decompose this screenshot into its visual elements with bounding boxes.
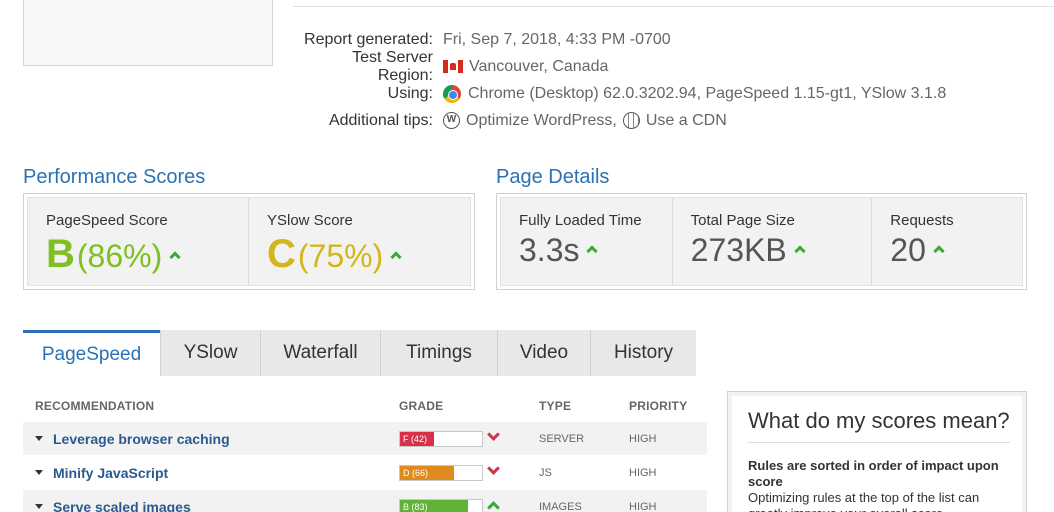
tab-waterfall[interactable]: Waterfall: [260, 330, 380, 376]
tip-use-cdn-link[interactable]: Use a CDN: [646, 112, 727, 130]
page-details-title: Page Details: [496, 166, 610, 188]
canada-flag-icon: [443, 60, 463, 73]
page-details-panel: Fully Loaded Time 3.3s Total Page Size 2…: [496, 193, 1027, 290]
yslow-grade: C: [267, 232, 296, 276]
tab-pagespeed[interactable]: PageSpeed: [23, 330, 160, 376]
tab-video[interactable]: Video: [497, 330, 590, 376]
fully-loaded-time-label: Fully Loaded Time: [519, 212, 642, 229]
tip-optimize-wordpress-link[interactable]: Optimize WordPress,: [466, 112, 617, 130]
recommendation-type: JS: [539, 466, 552, 479]
region-label: Test Server Region:: [352, 48, 433, 84]
table-row[interactable]: Minify JavaScript D (66) JS HIGH: [23, 456, 707, 489]
recommendation-name[interactable]: Serve scaled images: [53, 499, 191, 512]
region-value: Vancouver, Canada: [469, 57, 609, 75]
using-label: Using:: [387, 84, 433, 102]
trend-down-icon: [487, 462, 500, 475]
table-row[interactable]: Serve scaled images B (83) IMAGES HIGH: [23, 490, 707, 512]
tab-yslow[interactable]: YSlow: [160, 330, 260, 376]
recommendation-priority: HIGH: [629, 432, 657, 445]
column-header-recommendation[interactable]: RECOMMENDATION: [35, 399, 154, 413]
requests-value: 20: [890, 232, 926, 268]
total-page-size-cell: Total Page Size 273KB: [673, 198, 873, 285]
recommendation-name[interactable]: Leverage browser caching: [53, 431, 230, 447]
grade-bar: F (42): [399, 430, 483, 447]
up-arrow-icon: [169, 251, 181, 263]
globe-icon: [622, 112, 640, 129]
total-page-size-value: 273KB: [690, 232, 787, 268]
page-screenshot-thumbnail: [23, 0, 273, 66]
up-arrow-icon: [933, 245, 945, 257]
pagespeed-score-label: PageSpeed Score: [46, 212, 168, 229]
table-row[interactable]: Leverage browser caching F (42) SERVER H…: [23, 422, 707, 455]
fully-loaded-time-cell: Fully Loaded Time 3.3s: [501, 198, 673, 285]
yslow-percent: (75%): [297, 238, 384, 274]
report-tabs: PageSpeed YSlow Waterfall Timings Video …: [23, 330, 696, 376]
up-arrow-icon: [390, 251, 402, 263]
recommendation-priority: HIGH: [629, 500, 657, 512]
grade-bar-fill: F (42): [400, 431, 435, 446]
recommendation-priority: HIGH: [629, 466, 657, 479]
report-generated-value: Fri, Sep 7, 2018, 4:33 PM -0700: [443, 30, 671, 48]
performance-scores-title: Performance Scores: [23, 166, 206, 188]
recommendation-type: SERVER: [539, 432, 585, 445]
up-arrow-icon: [794, 245, 806, 257]
yslow-score-cell: YSlow Score C (75%): [249, 198, 470, 285]
grade-bar-fill: D (66): [400, 465, 455, 480]
column-header-grade[interactable]: GRADE: [399, 399, 443, 413]
caret-down-icon: [35, 470, 43, 475]
tips-label: Additional tips:: [328, 111, 433, 129]
scores-help-heading: Rules are sorted in order of impact upon…: [748, 458, 999, 489]
scores-help-text: Optimizing rules at the top of the list …: [748, 490, 980, 512]
wordpress-icon: W: [443, 112, 460, 129]
pagespeed-grade: B: [46, 232, 75, 276]
divider: [293, 6, 1054, 7]
tab-history[interactable]: History: [590, 330, 696, 376]
using-value: Chrome (Desktop) 62.0.3202.94, PageSpeed…: [468, 84, 947, 102]
grade-bar-fill: B (83): [400, 499, 469, 512]
requests-cell: Requests 20: [872, 198, 1022, 285]
total-page-size-label: Total Page Size: [690, 212, 795, 229]
trend-down-icon: [487, 428, 500, 441]
recommendation-type: IMAGES: [539, 500, 582, 512]
column-header-type[interactable]: TYPE: [539, 399, 571, 413]
fully-loaded-time-value: 3.3s: [519, 232, 580, 268]
requests-label: Requests: [890, 212, 954, 229]
up-arrow-icon: [586, 245, 599, 257]
yslow-score-label: YSlow Score: [267, 212, 353, 229]
pagespeed-score-cell: PageSpeed Score B (86%): [28, 198, 249, 285]
grade-bar: B (83): [399, 498, 483, 512]
scores-help-panel: What do my scores mean? Rules are sorted…: [727, 391, 1027, 512]
performance-scores-panel: PageSpeed Score B (86%) YSlow Score C (7…: [23, 193, 475, 290]
caret-down-icon: [35, 436, 43, 441]
scores-help-title: What do my scores mean?: [748, 408, 1010, 443]
report-generated-label: Report generated:: [304, 30, 433, 48]
column-header-priority[interactable]: PRIORITY: [629, 399, 687, 413]
chrome-icon: [443, 84, 461, 103]
pagespeed-percent: (86%): [76, 238, 163, 274]
caret-down-icon: [35, 504, 43, 509]
recommendation-name[interactable]: Minify JavaScript: [53, 465, 168, 481]
trend-up-icon: [487, 501, 500, 512]
report-meta: Report generated: Fri, Sep 7, 2018, 4:33…: [293, 26, 1033, 134]
tab-timings[interactable]: Timings: [380, 330, 497, 376]
grade-bar: D (66): [399, 464, 483, 481]
